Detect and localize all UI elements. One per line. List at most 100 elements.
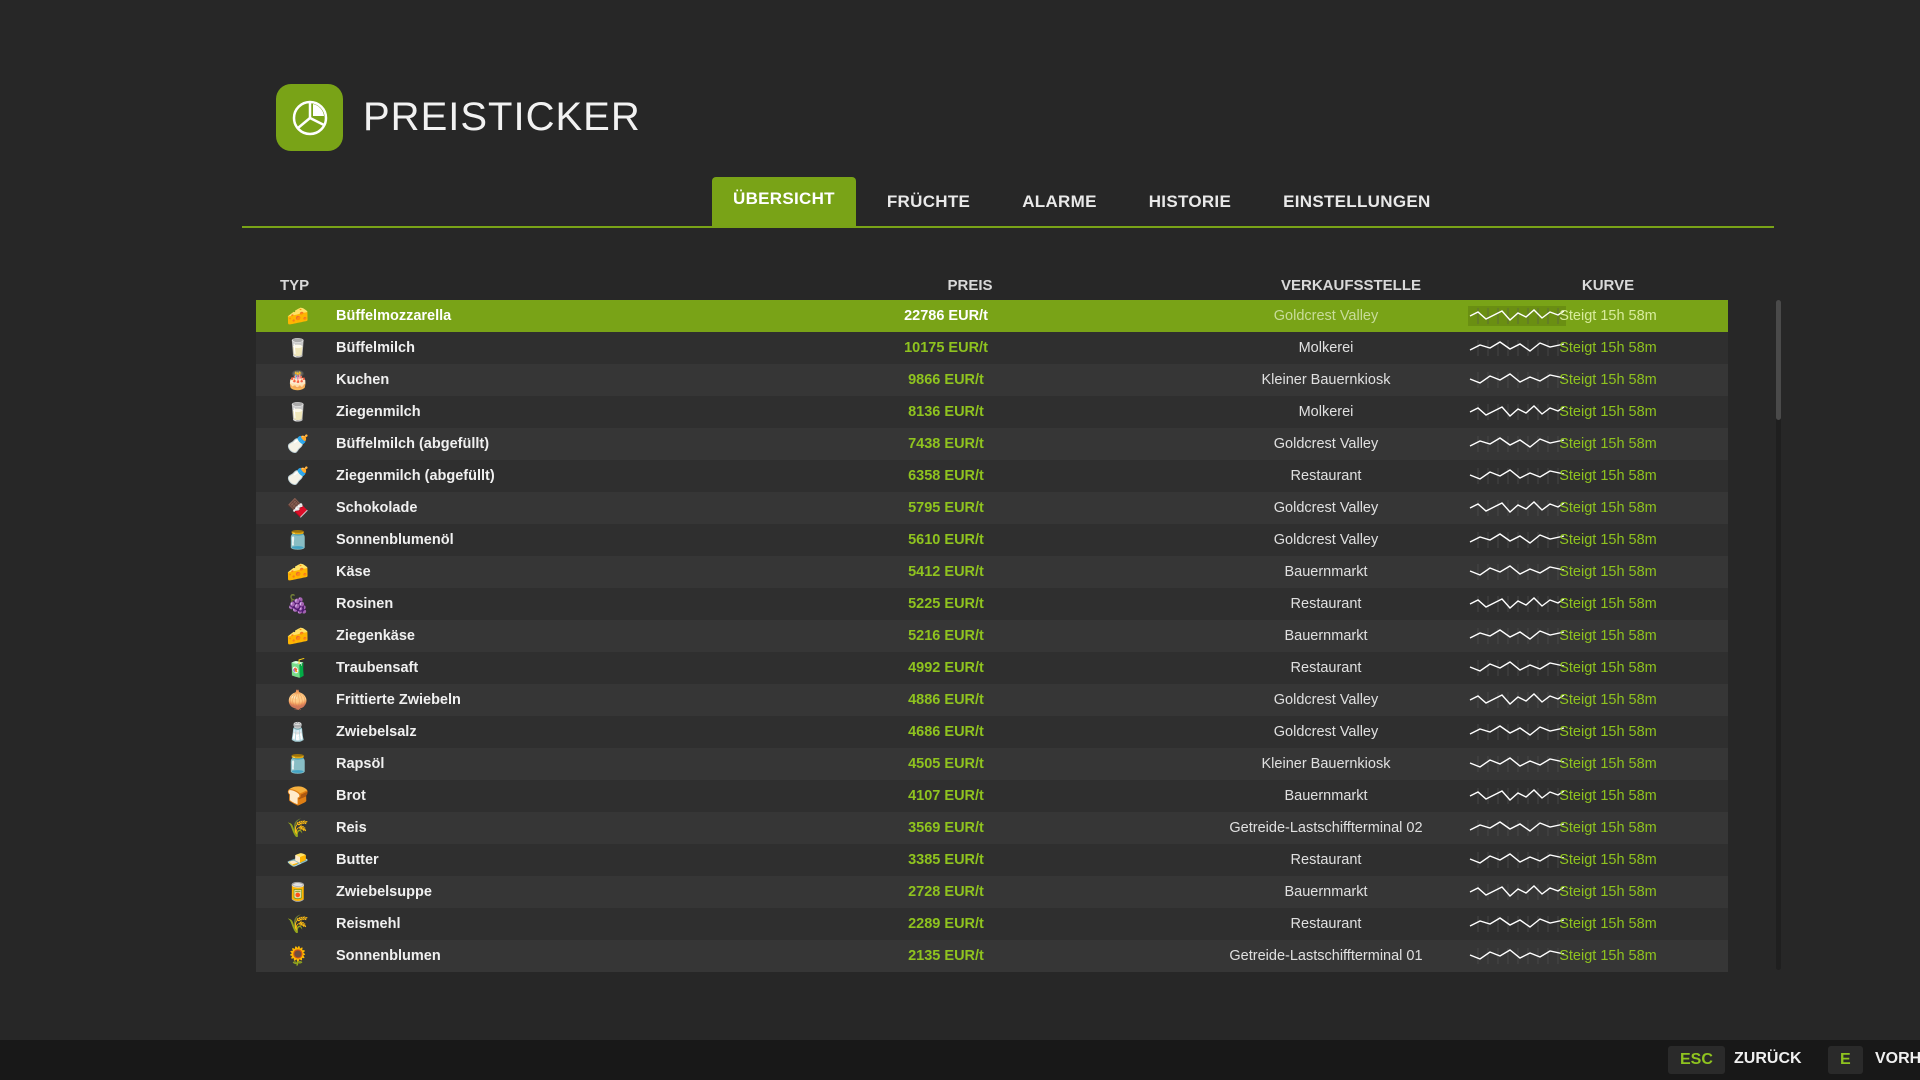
product-name: Sonnenblumen [336, 948, 441, 964]
table-row[interactable]: 🫙 Rapsöl 4505 EUR/t Kleiner Bauernkiosk Stei… [256, 748, 1728, 780]
product-name: Ziegenkäse [336, 628, 415, 644]
selling-point: Goldcrest Valley [1273, 436, 1379, 452]
column-header-typ: TYP [280, 277, 310, 294]
trend-status: Steigt 15h 58m [1559, 308, 1657, 324]
column-header-verkaufsstelle[interactable]: VERKAUFSSTELLE [1221, 277, 1481, 294]
table-row[interactable]: 🧀 Ziegenkäse 5216 EUR/t Bauernmarkt Steigt 1… [256, 620, 1728, 652]
product-name: Reis [336, 820, 367, 836]
table-row[interactable]: 🍼 Ziegenmilch (abgefüllt) 6358 EUR/t Restau… [256, 460, 1728, 492]
table-row[interactable]: 🧈 Butter 3385 EUR/t Restaurant Steigt 15h 58… [256, 844, 1728, 876]
trend-status: Steigt 15h 58m [1559, 468, 1657, 484]
product-name: Büffelmozzarella [336, 308, 452, 324]
product-icon: 🎂 [286, 369, 310, 390]
trend-status: Steigt 15h 58m [1559, 532, 1657, 548]
product-price: 5795 EUR/t [908, 500, 984, 516]
table-row[interactable]: 🧅 Frittierte Zwiebeln 4886 EUR/t Goldcrest … [256, 684, 1728, 716]
table-row[interactable]: 🧃 Traubensaft 4992 EUR/t Restaurant Steigt 1… [256, 652, 1728, 684]
tab-label: FRÜCHTE [886, 192, 971, 211]
selling-point: Restaurant [1290, 916, 1362, 932]
trend-status: Steigt 15h 58m [1559, 628, 1657, 644]
trend-status: Steigt 15h 58m [1559, 692, 1657, 708]
scrollbar[interactable] [1776, 300, 1781, 970]
trend-status: Steigt 15h 58m [1559, 372, 1657, 388]
product-name: Butter [336, 852, 379, 868]
product-icon: 🫙 [286, 529, 310, 550]
selling-point: Goldcrest Valley [1273, 308, 1379, 324]
scrollbar-thumb[interactable] [1776, 300, 1781, 420]
tab-label: ÜBERSICHT [733, 189, 835, 208]
e-key-hint[interactable]: E [1828, 1046, 1863, 1074]
tab-label: EINSTELLUNGEN [1283, 192, 1431, 211]
table-row[interactable]: 🌻 Sonnenblumen 2135 EUR/t Getreide-Lastschi… [256, 940, 1728, 972]
table-row[interactable]: 🥫 Zwiebelsuppe 2728 EUR/t Bauernmarkt Steigt… [256, 876, 1728, 908]
product-price: 4686 EUR/t [908, 724, 984, 740]
trend-status: Steigt 15h 58m [1559, 788, 1657, 804]
table-row[interactable]: 🍫 Schokolade 5795 EUR/t Goldcrest Valley Ste… [256, 492, 1728, 524]
product-name: Traubensaft [336, 660, 419, 676]
price-list: 🧀 Büffelmozzarella 22786 EUR/t Goldcrest Va… [256, 300, 1728, 972]
table-row[interactable]: 🧂 Zwiebelsalz 4686 EUR/t Goldcrest Valley St… [256, 716, 1728, 748]
product-icon: 🌾 [286, 817, 310, 838]
table-row[interactable]: 🎂 Kuchen 9866 EUR/t Kleiner Bauernkiosk Stei… [256, 364, 1728, 396]
product-name: Ziegenmilch [336, 404, 421, 420]
table-row[interactable]: 🌾 Reismehl 2289 EUR/t Restaurant Steigt 15h … [256, 908, 1728, 940]
selling-point: Restaurant [1290, 468, 1362, 484]
table-row[interactable]: 🌾 Reis 3569 EUR/t Getreide-Lastschifftermin… [256, 812, 1728, 844]
trend-status: Steigt 15h 58m [1559, 596, 1657, 612]
product-name: Büffelmilch (abgefüllt) [336, 436, 490, 452]
product-price: 7438 EUR/t [908, 436, 984, 452]
table-row[interactable]: 🧀 Büffelmozzarella 22786 EUR/t Goldcrest Va… [256, 300, 1728, 332]
selling-point: Restaurant [1290, 660, 1362, 676]
tab-fruechte[interactable]: FRÜCHTE [866, 177, 991, 227]
column-header-preis[interactable]: PREIS [920, 277, 1020, 294]
product-price: 4886 EUR/t [908, 692, 984, 708]
column-header-kurve: KURVE [1581, 277, 1635, 294]
back-button[interactable]: ZURÜCK [1734, 1050, 1802, 1068]
bottom-bar: ESC ZURÜCK E VORH [0, 1040, 1920, 1080]
tab-label: ALARME [1022, 192, 1097, 211]
product-price: 8136 EUR/t [908, 404, 984, 420]
product-icon: 🧀 [286, 305, 310, 326]
table-row[interactable]: 🥛 Büffelmilch 10175 EUR/t Molkerei Steigt 15… [256, 332, 1728, 364]
product-icon: 🌾 [286, 913, 310, 934]
esc-key-hint[interactable]: ESC [1668, 1046, 1725, 1074]
table-header: TYP PREIS VERKAUFSSTELLE KURVE [280, 277, 1720, 297]
trend-status: Steigt 15h 58m [1559, 404, 1657, 420]
product-price: 4505 EUR/t [908, 756, 984, 772]
product-price: 5412 EUR/t [908, 564, 984, 580]
product-name: Schokolade [336, 500, 418, 516]
product-price: 4107 EUR/t [908, 788, 984, 804]
tab-uebersicht[interactable]: ÜBERSICHT [712, 177, 856, 227]
product-price: 6358 EUR/t [908, 468, 984, 484]
trend-status: Steigt 15h 58m [1559, 564, 1657, 580]
product-icon: 🥛 [286, 337, 310, 358]
table-row[interactable]: 🍼 Büffelmilch (abgefüllt) 7438 EUR/t Goldcr… [256, 428, 1728, 460]
trend-status: Steigt 15h 58m [1559, 340, 1657, 356]
product-price: 4992 EUR/t [908, 660, 984, 676]
product-name: Zwiebelsalz [336, 724, 417, 740]
product-name: Brot [336, 788, 366, 804]
tab-historie[interactable]: HISTORIE [1128, 177, 1252, 227]
header: PREISTICKER [276, 84, 641, 151]
selling-point: Kleiner Bauernkiosk [1261, 756, 1391, 772]
product-price: 5225 EUR/t [908, 596, 984, 612]
tab-bar: ÜBERSICHT FRÜCHTE ALARME HISTORIE EINSTE… [712, 177, 1452, 227]
selling-point: Goldcrest Valley [1273, 532, 1379, 548]
tab-einstellungen[interactable]: EINSTELLUNGEN [1262, 177, 1451, 227]
table-row[interactable]: 🧀 Käse 5412 EUR/t Bauernmarkt Steigt 15h 58m [256, 556, 1728, 588]
product-icon: 🍼 [286, 433, 310, 454]
table-row[interactable]: 🫙 Sonnenblumenöl 5610 EUR/t Goldcrest Valle… [256, 524, 1728, 556]
trend-status: Steigt 15h 58m [1559, 852, 1657, 868]
tab-alarme[interactable]: ALARME [1001, 177, 1118, 227]
product-icon: 🍼 [286, 465, 310, 486]
product-name: Kuchen [336, 372, 390, 388]
product-icon: 🌻 [286, 945, 310, 966]
table-row[interactable]: 🍞 Brot 4107 EUR/t Bauernmarkt Steigt 15h 58m [256, 780, 1728, 812]
table-row[interactable]: 🍇 Rosinen 5225 EUR/t Restaurant Steigt 15h 5… [256, 588, 1728, 620]
tab-divider [242, 226, 1774, 228]
product-price: 2289 EUR/t [908, 916, 984, 932]
trend-status: Steigt 15h 58m [1559, 436, 1657, 452]
table-row[interactable]: 🥛 Ziegenmilch 8136 EUR/t Molkerei Steigt 15h… [256, 396, 1728, 428]
next-button[interactable]: VORH [1875, 1050, 1920, 1068]
product-name: Sonnenblumenöl [336, 532, 454, 548]
